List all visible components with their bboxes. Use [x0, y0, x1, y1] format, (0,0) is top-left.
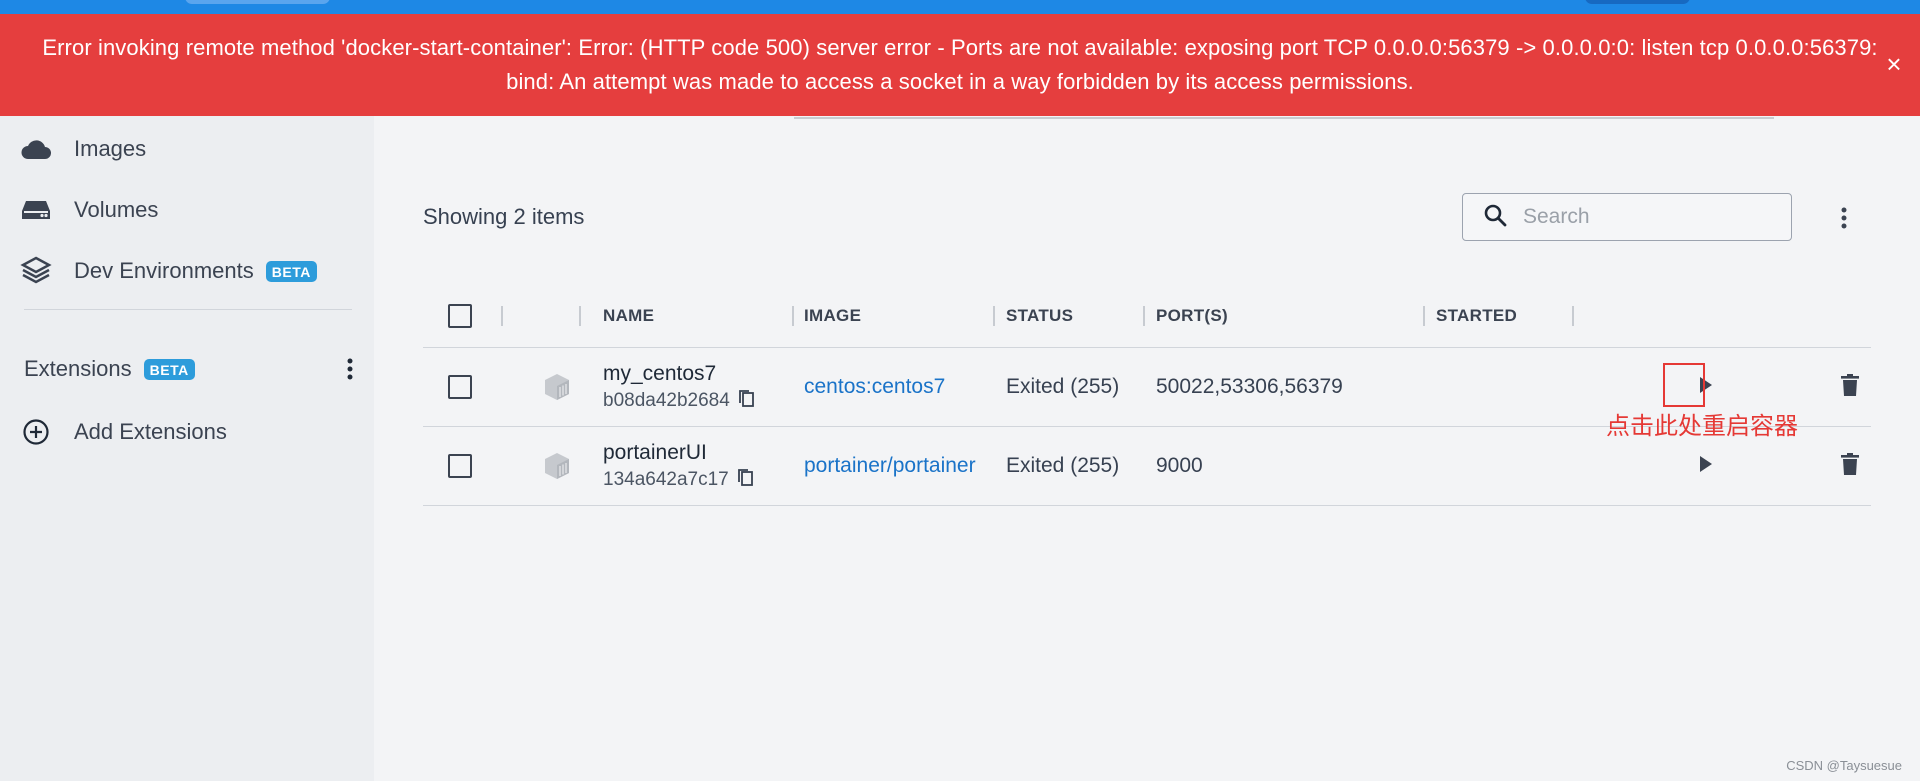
select-all-checkbox[interactable]: [448, 286, 472, 346]
more-options-icon[interactable]: [1840, 206, 1848, 235]
sidebar-item-label: Images: [74, 136, 147, 161]
close-error-button[interactable]: ×: [1882, 46, 1906, 82]
image-link[interactable]: centos:centos7: [804, 348, 990, 426]
sidebar-item-label: Add Extensions: [74, 419, 227, 444]
containers-panel: Showing 2 items NAME IMAGE STATUS PORT(S…: [374, 116, 1920, 781]
table-header: NAME IMAGE STATUS PORT(S) STARTED: [423, 286, 1871, 346]
column-header-started[interactable]: STARTED: [1436, 286, 1517, 346]
sidebar-extensions-header: Extensions BETA: [24, 349, 354, 389]
sidebar-divider: [24, 309, 352, 310]
sidebar-item-label: Dev Environments: [74, 258, 254, 283]
container-id-text: b08da42b2684: [603, 389, 730, 411]
sidebar: Images Volumes Dev Environments BETA Ext…: [0, 116, 374, 781]
sidebar-item-volumes[interactable]: Volumes: [20, 190, 158, 230]
annotation-highlight-box: [1663, 363, 1705, 407]
annotation-text: 点击此处重启容器: [1606, 412, 1798, 440]
app-header: [0, 0, 1920, 14]
column-header-image[interactable]: IMAGE: [804, 286, 861, 346]
error-banner: Error invoking remote method 'docker-sta…: [0, 14, 1920, 116]
container-name[interactable]: portainerUI: [603, 441, 707, 465]
header-tab-pill[interactable]: [185, 0, 330, 4]
container-icon: [540, 348, 574, 426]
extensions-label: Extensions: [24, 356, 132, 381]
table-divider: [423, 505, 1871, 506]
ports-text: 50022,53306,56379: [1156, 375, 1343, 398]
play-icon: [1699, 455, 1713, 478]
beta-badge: BETA: [143, 358, 195, 380]
status-text: Exited (255): [1006, 454, 1120, 477]
header-button-pill[interactable]: [1585, 0, 1690, 4]
error-message: Error invoking remote method 'docker-sta…: [42, 35, 1878, 94]
container-name-cell: portainerUI 134a642a7c17: [603, 427, 753, 505]
container-name-cell: my_centos7 b08da42b2684: [603, 348, 754, 426]
column-header-ports[interactable]: PORT(S): [1156, 286, 1228, 346]
beta-badge: BETA: [265, 260, 317, 282]
container-id: b08da42b2684: [603, 389, 754, 413]
extensions-menu-icon[interactable]: [346, 357, 354, 387]
container-id: 134a642a7c17: [603, 468, 753, 492]
search-input[interactable]: [1521, 204, 1761, 230]
column-header-name[interactable]: NAME: [603, 286, 654, 346]
search-box[interactable]: [1462, 193, 1792, 241]
ports-text: 9000: [1156, 454, 1203, 477]
cube-stack-icon: [20, 255, 52, 287]
status-text: Exited (255): [1006, 375, 1120, 398]
trash-icon: [1841, 373, 1859, 401]
plus-circle-icon: [20, 416, 52, 448]
delete-button[interactable]: [1829, 366, 1871, 408]
drive-icon: [20, 194, 52, 226]
sidebar-item-images[interactable]: Images: [20, 129, 146, 169]
item-count: Showing 2 items: [423, 204, 585, 229]
watermark: CSDN @Taysuesue: [1786, 758, 1902, 773]
trash-icon: [1841, 452, 1859, 480]
copy-icon[interactable]: [738, 389, 754, 413]
sidebar-item-label: Volumes: [74, 197, 159, 222]
sidebar-item-dev-environments[interactable]: Dev Environments BETA: [20, 251, 317, 291]
container-name[interactable]: my_centos7: [603, 362, 716, 386]
search-icon: [1483, 203, 1507, 232]
delete-button[interactable]: [1829, 445, 1871, 487]
sidebar-item-add-extensions[interactable]: Add Extensions: [20, 412, 227, 452]
image-link[interactable]: portainer/portainer: [804, 427, 990, 505]
cloud-icon: [20, 133, 52, 165]
container-icon: [540, 427, 574, 505]
start-button[interactable]: [1685, 445, 1727, 487]
column-header-status[interactable]: STATUS: [1006, 286, 1073, 346]
description-text-fragment: [794, 116, 1774, 124]
row-checkbox[interactable]: [448, 427, 472, 505]
container-id-text: 134a642a7c17: [603, 468, 729, 490]
copy-icon[interactable]: [737, 468, 753, 492]
row-checkbox[interactable]: [448, 348, 472, 426]
